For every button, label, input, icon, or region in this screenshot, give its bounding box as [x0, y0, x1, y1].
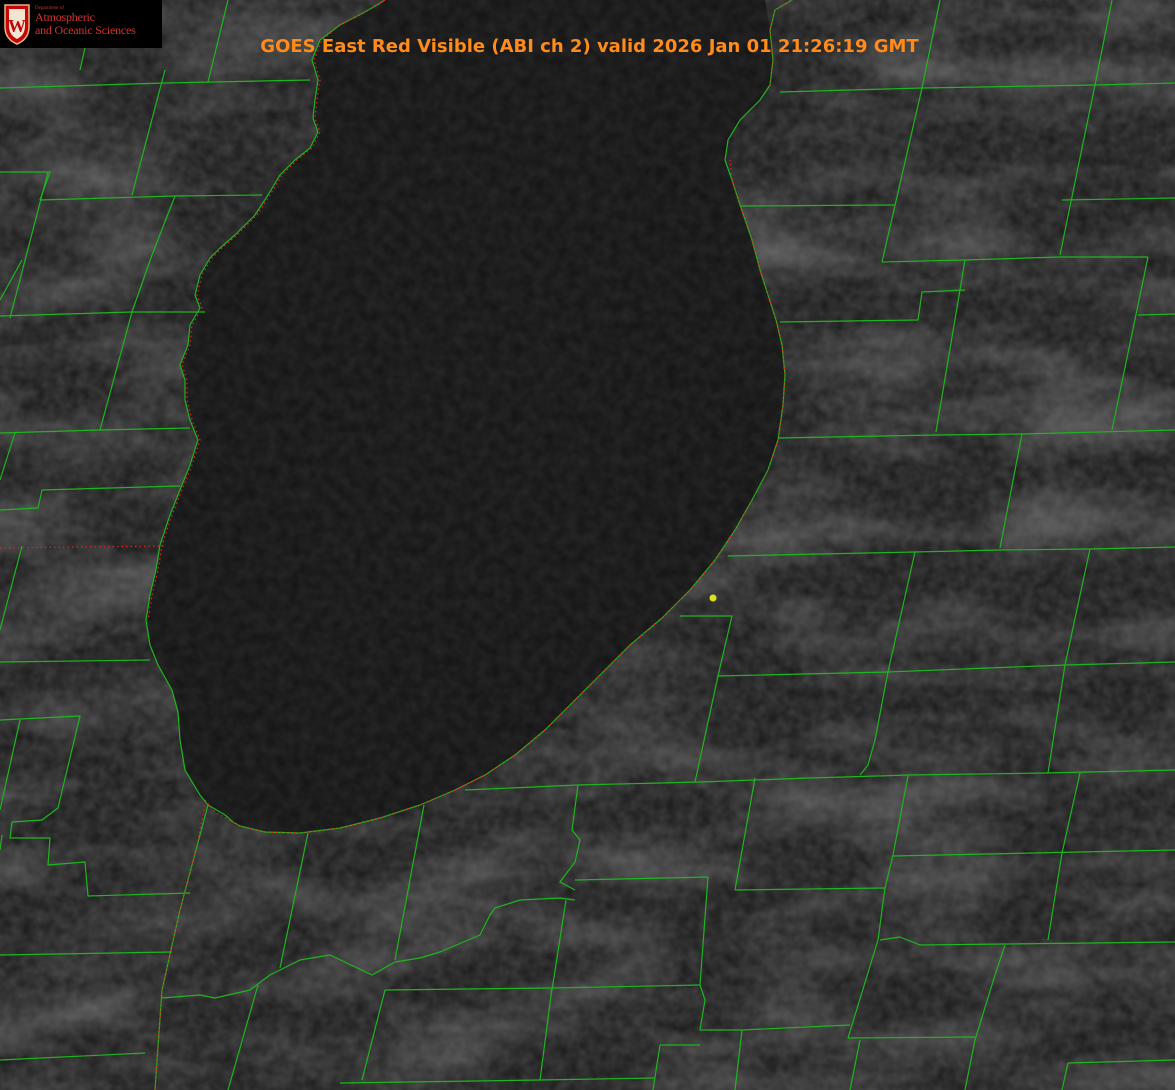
- image-title: GOES East Red Visible (ABI ch 2) valid 2…: [260, 36, 919, 57]
- crest-letter: W: [8, 16, 26, 36]
- satellite-map: [0, 0, 1175, 1090]
- logo-line-1: Atmospheric: [35, 10, 95, 25]
- station-marker-icon: [709, 594, 717, 602]
- logo-line-2: and Oceanic Sciences: [35, 22, 136, 37]
- satellite-image-viewer: W Department of Atmospheric and Oceanic …: [0, 0, 1175, 1090]
- logo-wordmark: Department of Atmospheric and Oceanic Sc…: [35, 6, 136, 36]
